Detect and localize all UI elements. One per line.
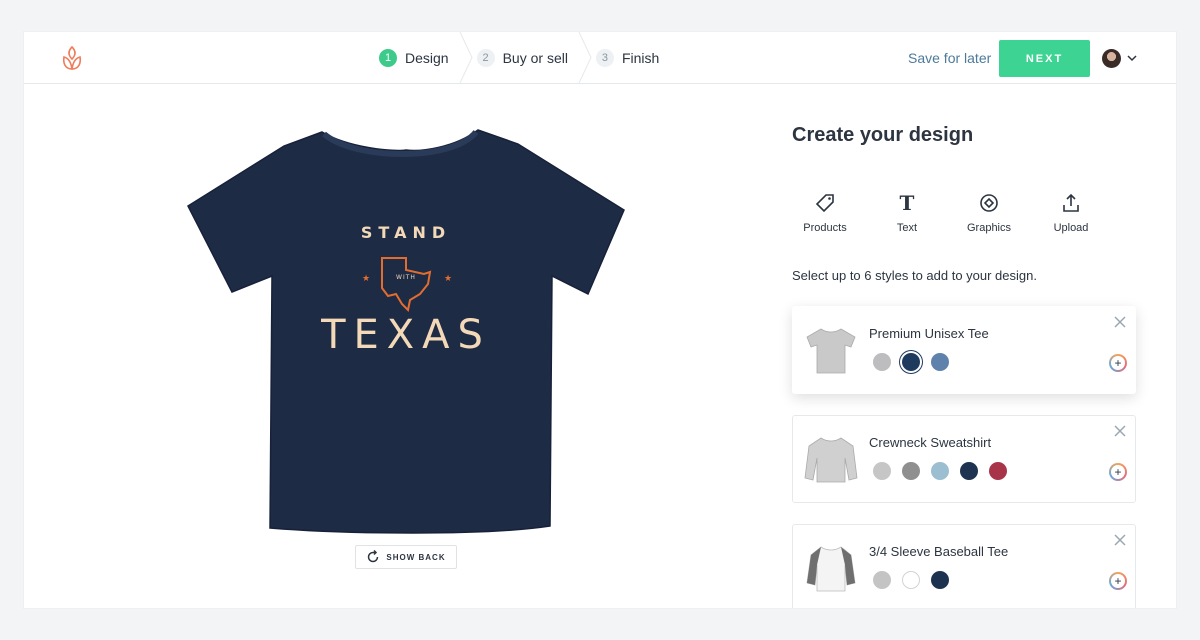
close-icon[interactable] [1113,533,1127,547]
color-swatch[interactable] [989,462,1007,480]
add-color-button[interactable]: + [1109,354,1127,372]
star-right: ★ [444,273,452,283]
color-swatch[interactable] [902,353,920,371]
product-thumbnail [803,543,859,595]
step-number: 3 [595,48,614,67]
next-button[interactable]: NEXT [999,40,1090,77]
step-2[interactable]: 2 Buy or sell [476,32,596,83]
color-swatches [873,353,960,371]
panel-title: Create your design [792,124,974,146]
logo-icon[interactable] [60,45,84,71]
plus-icon: + [1111,574,1125,588]
product-card[interactable]: 3/4 Sleeve Baseball Tee + [792,524,1136,608]
step-progress: 1 Design 2 Buy or sell 3 Finish [379,32,687,83]
product-name: 3/4 Sleeve Baseball Tee [869,544,1009,559]
color-swatch[interactable] [960,462,978,480]
step-label: Buy or sell [502,49,568,66]
product-name: Crewneck Sweatshirt [869,435,992,450]
show-back-label: SHOW BACK [386,552,446,562]
shirt-preview[interactable]: STAND WITH ★ ★ TEXAS [184,124,628,534]
step-separator-icon [578,32,592,83]
step-label: Finish [621,49,660,66]
design-tools: Products T Text Graphics Upload [784,191,1112,234]
plus-icon: + [1111,356,1125,370]
color-swatch[interactable] [931,571,949,589]
upload-icon [1061,192,1081,214]
selection-hint: Select up to 6 styles to add to your des… [792,268,1037,283]
product-thumbnail [803,325,859,377]
app-window: 1 Design 2 Buy or sell 3 Finish Save for late… [24,32,1176,608]
tool-label: Products [803,222,847,234]
tool-label: Upload [1053,222,1089,234]
print-stand: STAND [361,223,451,242]
graphics-diamond-icon [979,192,999,214]
step-1[interactable]: 1 Design [379,32,477,83]
color-swatch[interactable] [873,571,891,589]
add-color-button[interactable]: + [1109,572,1127,590]
tool-products[interactable]: Products [784,192,866,234]
color-swatch[interactable] [873,353,891,371]
close-icon[interactable] [1113,424,1127,438]
color-swatch[interactable] [873,462,891,480]
star-left: ★ [362,273,370,283]
product-thumbnail [803,434,859,486]
tool-label: Graphics [966,222,1012,234]
step-separator-icon [459,32,473,83]
color-swatch[interactable] [902,571,920,589]
color-swatch[interactable] [931,353,949,371]
add-color-button[interactable]: + [1109,463,1127,481]
avatar[interactable] [1102,49,1121,68]
chevron-down-icon[interactable] [1127,54,1137,62]
show-back-button[interactable]: SHOW BACK [355,545,457,569]
rotate-icon [368,550,379,563]
color-swatches [873,571,960,589]
step-3[interactable]: 3 Finish [595,32,687,83]
top-bar: 1 Design 2 Buy or sell 3 Finish Save for late… [24,32,1176,84]
step-number: 1 [379,48,397,67]
color-swatches [873,462,1018,480]
print-with: WITH [396,274,416,281]
print-texas: TEXAS [320,312,491,358]
product-card[interactable]: Premium Unisex Tee + [792,306,1136,394]
tool-upload[interactable]: Upload [1030,192,1112,234]
color-swatch[interactable] [902,462,920,480]
plus-icon: + [1111,465,1125,479]
text-t-icon: T [899,191,915,215]
tag-icon [815,192,835,214]
step-label: Design [405,49,449,66]
product-name: Premium Unisex Tee [869,326,989,341]
tool-label: Text [896,222,918,234]
tool-graphics[interactable]: Graphics [948,192,1030,234]
product-card[interactable]: Crewneck Sweatshirt + [792,415,1136,503]
tool-text[interactable]: T Text [866,191,948,234]
step-number: 2 [476,48,495,67]
color-swatch[interactable] [931,462,949,480]
save-for-later-link[interactable]: Save for later [908,50,991,66]
close-icon[interactable] [1113,315,1127,329]
